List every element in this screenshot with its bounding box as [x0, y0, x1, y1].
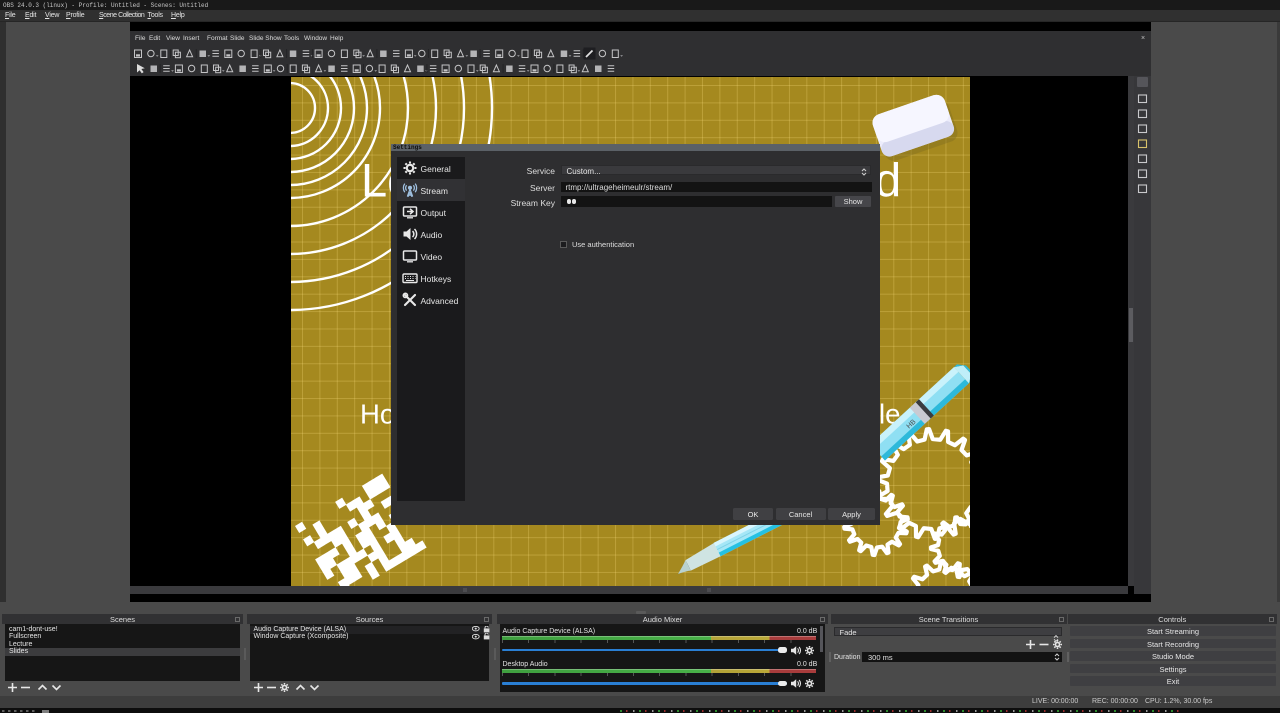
- svg-text:Ho: Ho: [360, 399, 395, 430]
- svg-text:A: A: [407, 190, 413, 198]
